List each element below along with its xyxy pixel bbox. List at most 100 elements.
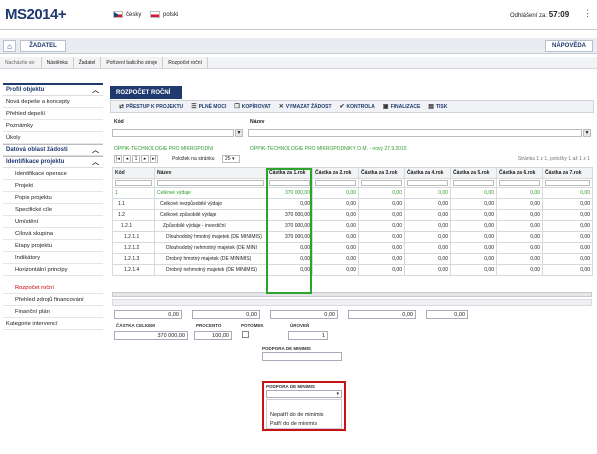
filter-icon[interactable]: ▼ [235,129,243,137]
breadcrumb-item[interactable]: Pořízení balicího stroje [101,56,164,69]
year-amount-field[interactable]: 0,00 [192,310,260,319]
home-button[interactable]: ⌂ [3,40,16,52]
table-cell: Způsobilé výdaje - investiční [154,220,267,232]
sidebar-item[interactable]: Kategorie intervencí [3,318,103,330]
year-amount-field[interactable]: 0,00 [270,310,338,319]
table-row[interactable]: 1.2.1.1 Dlouhodobý hmotný majetek (DE MIN… [112,231,593,243]
sidebar-item[interactable]: Finanční plán [3,306,103,318]
sidebar-item[interactable]: Indikátory [3,252,103,264]
sidebar-item[interactable]: Etapy projektu [3,240,103,252]
transfer-button[interactable]: ⇄ PŘESTUP K PROJEKTU [119,103,183,111]
sidebar-item[interactable]: Poznámky [3,120,103,132]
column-header[interactable]: Částka za 5.rok [450,167,497,179]
sidebar-item[interactable]: Cílová skupina [3,228,103,240]
column-header[interactable]: Název [154,167,267,179]
column-header[interactable]: Částka za 4.rok [404,167,451,179]
sidebar-item[interactable]: Popis projektu [3,192,103,204]
table-row[interactable]: 1.2.1.2 Dlouhodobý nehmotný majetek (DE M… [112,242,593,254]
child-label: POTOMEK [241,323,264,328]
sidebar-header-data-area[interactable]: Datová oblast žádosti ︿ [3,144,103,156]
print-button[interactable]: ▤ TISK [428,103,447,111]
table-cell: Celkové nezpůsobilé výdaje [154,198,267,210]
first-page-button[interactable]: |◂ [114,155,122,163]
tab-annual-budget[interactable]: ROZPOČET ROČNÍ [110,86,182,99]
sidebar-header-identification[interactable]: Identifikace projektu ︿ [3,156,103,168]
sidebar-item[interactable]: Specifické cíle [3,204,103,216]
finalize-button[interactable]: ▣ FINALIZACE [382,103,420,111]
breadcrumb-item[interactable]: Nástěnka [42,56,74,69]
column-header[interactable]: Částka za 2.rok [312,167,359,179]
nav-bar: ⌂ ŽADATEL NÁPOVĚDA [0,38,597,54]
table-cell: 0,00 [450,253,497,265]
table-cell: 0,00 [542,242,593,254]
next-page-button[interactable]: ▸ [141,155,149,163]
print-icon: ▤ [428,104,434,110]
table-row[interactable]: 1.2.1.3 Drobný hmotný majetek (DE MINIMIS… [112,253,593,265]
table-cell: 0,00 [404,209,451,221]
table-row[interactable]: 1.2 Celkové způsobilé výdaje 370 000,00 0,0… [112,209,593,221]
year-amount-field[interactable]: 0,00 [348,310,416,319]
logout-label: Odhlášení za: [510,13,548,19]
filter-cell[interactable] [542,178,593,188]
filter-icon[interactable]: ▼ [583,129,591,137]
table-row[interactable]: 1 Celkové výdaje 370 000,00 0,00 0,00 0,00 0,0… [112,187,593,199]
filter-input[interactable] [112,129,234,137]
table-row[interactable]: 1.2.1 Způsobilé výdaje - investiční 370 00… [112,220,593,232]
sidebar-item[interactable]: Nová depeše a koncepty [3,96,103,108]
lock-icon: ▣ [382,104,389,110]
column-header[interactable]: Kód [112,167,155,179]
sidebar-item[interactable]: Projekt [3,180,103,192]
child-checkbox[interactable] [242,331,249,338]
last-page-button[interactable]: ▸| [150,155,158,163]
column-footer [112,299,592,306]
prev-page-button[interactable]: ◂ [123,155,131,163]
filter-input[interactable] [248,129,582,137]
sidebar-item[interactable]: Umístění [3,216,103,228]
column-header[interactable]: Částka za 6.rok [496,167,543,179]
filter-cell[interactable] [358,178,405,188]
power-of-attorney-button[interactable]: ☰ PLNÉ MOCI [191,103,226,111]
delete-button[interactable]: ✕ VYMAZAT ŽÁDOST [279,103,332,111]
table-row[interactable]: 1.2.1.4 Drobný nehmotný majetek (DE MINIM… [112,264,593,276]
help-button[interactable]: NÁPOVĚDA [545,40,593,52]
de-minimis-select[interactable] [262,352,342,361]
sidebar-item[interactable]: Identifikace operace [3,168,103,180]
sidebar-item[interactable]: Horizontální principy [3,264,103,276]
table-cell: 1.2.1.1 [112,231,155,243]
sidebar-item-active[interactable]: Rozpočet roční [3,282,103,294]
table-cell: 0,00 [450,264,497,276]
copy-button[interactable]: ❐ KOPÍROVAT [234,103,270,111]
year-amount-field[interactable]: 0,00 [114,310,182,319]
table-cell: 0,00 [496,253,543,265]
table-row[interactable]: 1.1 Celkové nezpůsobilé výdaje 0,00 0,00 0,0… [112,198,593,210]
sidebar-header-profile[interactable]: Profil objektu ︿ [3,83,103,96]
program-row[interactable]: OPPIK-TECHNOLOGIE PRO MIKROPODNI OPPIK-T… [112,144,592,154]
sidebar-item[interactable]: Přehled zdrojů financování [3,294,103,306]
filter-cell[interactable] [496,178,543,188]
sidebar-item[interactable]: Úkoly [3,132,103,144]
filter-cell[interactable] [154,178,267,188]
logout-timer[interactable]: Odhlášení za: 57:09 [510,10,569,19]
lang-czech[interactable]: česky [113,11,141,18]
breadcrumb-item[interactable]: Rozpočet roční [163,56,208,69]
filter-cell[interactable] [312,178,359,188]
page-number[interactable]: 1 [132,155,140,163]
more-icon[interactable]: ⋮ [583,8,592,19]
top-bar: MS2014+ česky polski Odhlášení za: 57:09… [0,0,597,30]
filter-cell[interactable] [404,178,451,188]
column-header[interactable]: Částka za 7.rok [542,167,593,179]
year-amount-field[interactable]: 0,00 [426,310,468,319]
ms2014-logo[interactable]: MS2014+ [5,6,67,23]
filter-cell[interactable] [112,178,155,188]
sidebar-item[interactable]: Přehled depeší [3,108,103,120]
horizontal-scrollbar[interactable] [112,292,592,297]
column-header[interactable]: Částka za 3.rok [358,167,405,179]
breadcrumb-item[interactable]: Žadatel [74,56,102,69]
level-field: 1 [288,331,328,340]
check-button[interactable]: ✔ KONTROLA [340,103,375,111]
lang-polish[interactable]: polski [150,11,178,18]
page-size-select[interactable]: 25 ▾ [222,155,240,163]
filter-cell[interactable] [450,178,497,188]
applicant-button[interactable]: ŽADATEL [20,40,66,52]
table-cell: 0,00 [450,220,497,232]
